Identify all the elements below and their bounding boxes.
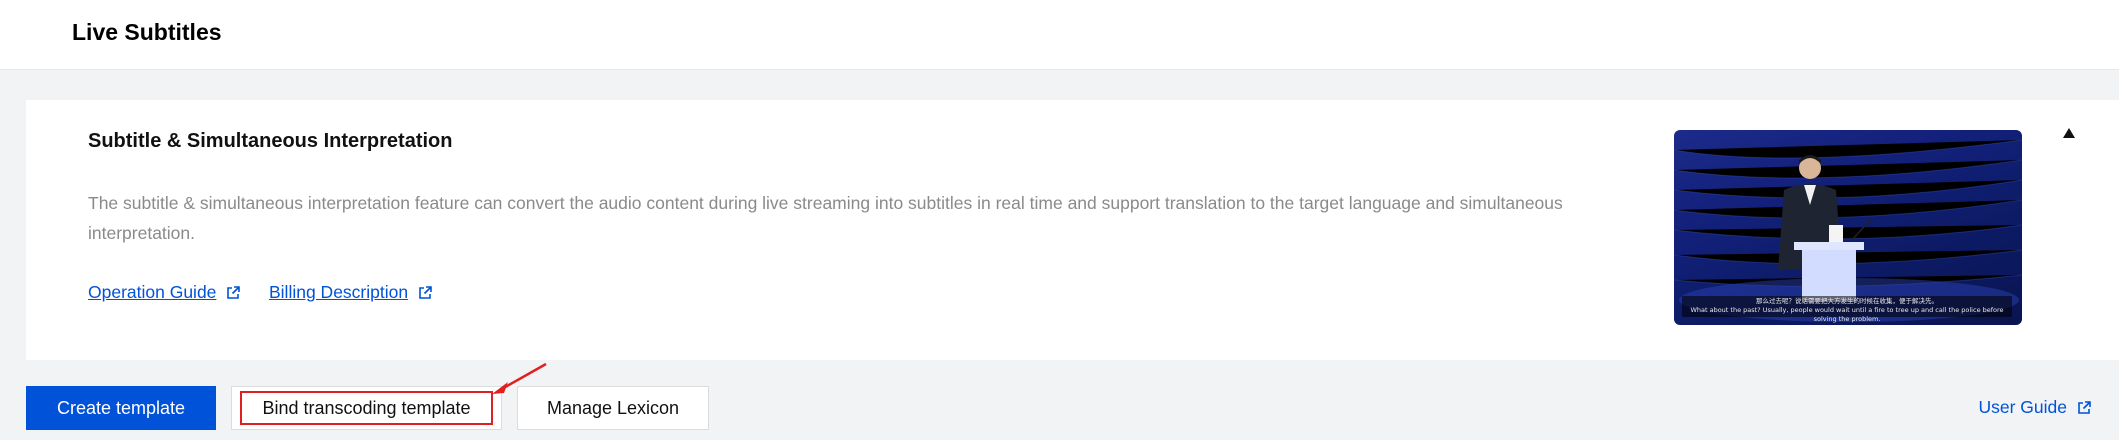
feature-card: Subtitle & Simultaneous Interpretation T… [26,100,2119,360]
billing-description-link[interactable]: Billing Description [269,282,432,303]
preview-subtitle-line2: What about the past? Usually, people wou… [1690,306,2004,323]
page-title: Live Subtitles [72,19,222,45]
collapse-triangle-icon[interactable] [2061,126,2077,140]
preview-subtitle: 那么过去呢？说话需要把大方发生的时候在收集，便于解决先。 What about … [1682,296,2012,323]
billing-description-label: Billing Description [269,282,409,302]
external-link-icon [227,285,241,299]
bind-transcoding-template-button[interactable]: Bind transcoding template [231,386,502,430]
feature-preview-image: 那么过去呢？说话需要把大方发生的时候在收集，便于解决先。 What about … [1674,130,2022,325]
user-guide-link[interactable]: User Guide [1978,397,2091,418]
external-link-icon [419,285,432,299]
top-header: Live Subtitles [0,0,2119,70]
operation-guide-link[interactable]: Operation Guide [88,282,241,303]
card-description: The subtitle & simultaneous interpretati… [88,193,1563,243]
create-template-button[interactable]: Create template [26,386,216,430]
card-title: Subtitle & Simultaneous Interpretation [88,130,453,152]
user-guide-label: User Guide [1978,397,2067,417]
red-arrow-annotation [492,362,547,394]
preview-subtitle-line1: 那么过去呢？说话需要把大方发生的时候在收集，便于解决先。 [1756,297,1938,305]
highlight-box [240,391,493,425]
external-link-icon [2078,400,2091,414]
operation-guide-label: Operation Guide [88,282,217,302]
